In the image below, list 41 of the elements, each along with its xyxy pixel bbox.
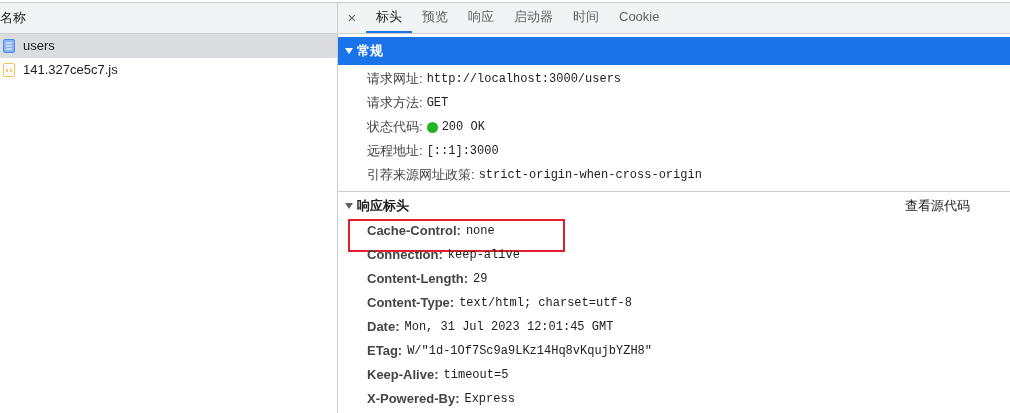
header-value: Express	[464, 391, 515, 408]
header-value: text/html; charset=utf-8	[459, 295, 632, 312]
header-name: ETag:	[367, 342, 403, 361]
header-value: Mon, 31 Jul 2023 12:01:45 GMT	[404, 319, 614, 336]
header-value: keep-alive	[447, 247, 520, 264]
header-name: Date:	[367, 318, 400, 337]
field-label: 引荐来源网址政策:	[367, 166, 475, 185]
field-value: [::1]:3000	[426, 143, 499, 160]
field-value: http://localhost:3000/users	[426, 71, 622, 88]
field-value: strict-origin-when-cross-origin	[478, 167, 702, 184]
status-ok-icon	[426, 121, 438, 133]
header-value: 29	[473, 271, 488, 288]
tab[interactable]: 标头	[366, 3, 412, 33]
header-value: timeout=5	[443, 367, 509, 384]
header-name: Content-Length:	[367, 270, 469, 289]
request-row[interactable]: users	[0, 34, 337, 58]
header-name: Keep-Alive:	[367, 366, 439, 385]
field-value: GET	[426, 95, 449, 112]
script-file-icon	[3, 63, 15, 77]
view-source-link[interactable]: 查看源代码	[905, 195, 970, 216]
field-value: 200 OK	[441, 119, 485, 136]
tab[interactable]: 预览	[412, 3, 458, 33]
document-icon	[3, 39, 15, 53]
column-header: 名称	[0, 9, 26, 28]
tab[interactable]: 启动器	[504, 3, 563, 33]
tab[interactable]: 响应	[458, 3, 504, 33]
close-button[interactable]: ×	[338, 3, 366, 33]
tab[interactable]: 时间	[563, 3, 609, 33]
header-name: Content-Type:	[367, 294, 455, 313]
header-name: X-Powered-By:	[367, 390, 460, 409]
field-label: 请求网址:	[367, 70, 423, 89]
section-title[interactable]: 响应标头	[357, 195, 409, 216]
section-header[interactable]: 常规	[338, 37, 1010, 65]
header-value: W/"1d-1Of7Sc9a9LKz14Hq8vKqujbYZH8"	[407, 343, 652, 360]
header-value: none	[465, 223, 495, 240]
header-name: Connection:	[367, 246, 443, 265]
field-label: 远程地址:	[367, 142, 423, 161]
header-name: Cache-Control:	[367, 222, 461, 241]
field-label: 状态代码:	[367, 118, 423, 137]
field-label: 请求方法:	[367, 94, 423, 113]
tab[interactable]: Cookie	[609, 3, 670, 33]
